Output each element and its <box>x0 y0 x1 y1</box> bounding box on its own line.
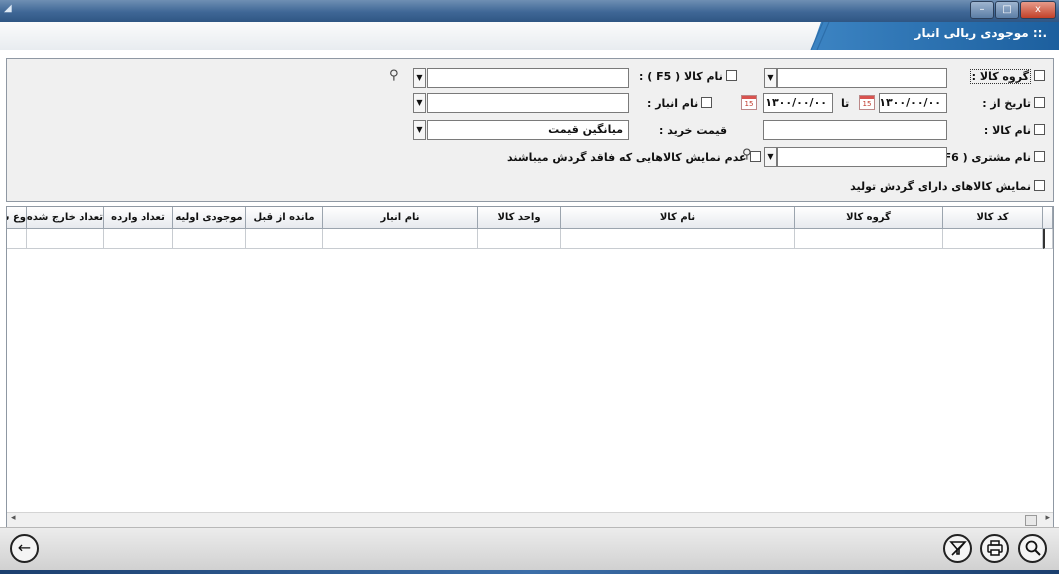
table-cell[interactable] <box>943 229 1043 249</box>
table-cell[interactable] <box>246 229 323 249</box>
back-button[interactable]: ← <box>10 534 39 563</box>
warehouse-name-input[interactable] <box>427 93 629 113</box>
column-header[interactable]: گروه کالا <box>795 207 943 229</box>
column-header[interactable]: موجودی اولیه <box>173 207 246 229</box>
customer-name-checkbox[interactable] <box>1034 151 1045 162</box>
product-name-f5-dropdown[interactable]: ▼ <box>413 68 426 88</box>
scroll-right-arrow-icon[interactable]: ▸ <box>1045 513 1050 523</box>
product-name-checkbox[interactable] <box>1034 124 1045 135</box>
table-cell[interactable] <box>27 229 104 249</box>
table-cell[interactable] <box>478 229 561 249</box>
product-name-filter[interactable]: نام کالا : <box>984 124 1045 137</box>
filter-panel: گروه کالا : ▼ نام کالا ( F5 ) : ▼ ⚲ تاری… <box>6 58 1054 202</box>
column-header[interactable]: کد کالا <box>943 207 1043 229</box>
date-from-label: تاریخ از : <box>982 97 1031 110</box>
show-production-checkbox[interactable] <box>1034 180 1045 191</box>
customer-name-dropdown[interactable]: ▼ <box>764 147 777 167</box>
title-stripes-decoration <box>810 22 830 50</box>
search-icon <box>1025 540 1041 556</box>
column-header[interactable]: مانده از قبل <box>246 207 323 229</box>
search-button[interactable] <box>1018 534 1047 563</box>
maximize-button[interactable]: □ <box>995 1 1019 19</box>
date-from-calendar-icon[interactable]: 15 <box>859 95 875 110</box>
customer-name-input[interactable] <box>777 147 947 167</box>
date-from-checkbox[interactable] <box>1034 97 1045 108</box>
hide-no-turnover-checkbox[interactable] <box>749 151 761 162</box>
table-cell[interactable] <box>561 229 795 249</box>
grid-header-corner <box>1043 207 1053 229</box>
table-cell[interactable] <box>323 229 478 249</box>
purchase-price-dropdown[interactable]: ▼ <box>413 120 426 140</box>
column-header[interactable]: تعداد خارج شده <box>27 207 104 229</box>
date-from-filter[interactable]: تاریخ از : <box>982 97 1045 110</box>
product-group-dropdown[interactable]: ▼ <box>764 68 777 88</box>
scroll-left-arrow-icon[interactable]: ◂ <box>11 513 16 523</box>
date-from-input[interactable]: ۱۳۰۰/۰۰/۰۰ <box>879 93 947 113</box>
clear-filters-button[interactable] <box>943 534 972 563</box>
warehouse-name-checkbox[interactable] <box>701 97 713 108</box>
bottom-toolbar <box>0 527 1059 571</box>
column-header[interactable]: واحد کالا <box>478 207 561 229</box>
product-name-f5-input[interactable] <box>427 68 629 88</box>
printer-icon <box>986 540 1003 556</box>
hide-no-turnover-label: عدم نمایش کالاهایی که فاقد گردش میباشند <box>507 151 747 164</box>
warehouse-name-label: نام انبار : <box>647 97 699 110</box>
column-header[interactable]: نام کالا <box>561 207 795 229</box>
page-title: .:: موجودی ریالی انبار <box>914 26 1047 40</box>
os-taskbar <box>0 570 1059 574</box>
hide-no-turnover-filter[interactable]: عدم نمایش کالاهایی که فاقد گردش میباشند <box>507 151 761 164</box>
table-cell[interactable] <box>795 229 943 249</box>
product-search-icon[interactable]: ⚲ <box>389 68 399 83</box>
column-header[interactable]: وع ش <box>7 207 27 229</box>
product-name-f5-label: نام کالا ( F5 ) : <box>639 70 723 83</box>
purchase-price-label: قیمت خرید : <box>659 124 728 137</box>
purchase-price-select[interactable]: میانگین قیمت <box>427 120 629 140</box>
table-cell[interactable] <box>104 229 173 249</box>
product-name-input[interactable] <box>763 120 947 140</box>
date-to-label: تا <box>841 97 850 110</box>
clear-filter-icon <box>948 541 967 556</box>
date-to-calendar-icon[interactable]: 15 <box>741 95 757 110</box>
back-arrow-icon: ← <box>17 538 32 557</box>
product-name-label: نام کالا : <box>983 124 1031 137</box>
product-group-input[interactable] <box>777 68 947 88</box>
row-selector[interactable] <box>1043 229 1053 249</box>
window-titlebar: ◢ – □ x <box>0 0 1059 22</box>
show-production-label: نمایش کالاهای دارای گردش تولید <box>850 180 1031 193</box>
show-production-filter[interactable]: نمایش کالاهای دارای گردش تولید <box>850 180 1045 193</box>
warehouse-name-filter[interactable]: نام انبار : <box>647 97 713 110</box>
horizontal-scrollbar[interactable]: ◂ ▸ <box>7 512 1053 527</box>
close-button[interactable]: x <box>1020 1 1056 19</box>
date-to-input[interactable]: ۱۳۰۰/۰۰/۰۰ <box>763 93 833 113</box>
scroll-thumb[interactable] <box>1025 515 1037 526</box>
print-button[interactable] <box>980 534 1009 563</box>
table-cell[interactable] <box>7 229 27 249</box>
column-header[interactable]: تعداد وارده <box>104 207 173 229</box>
inventory-grid[interactable]: کد کالا گروه کالا نام کالا واحد کالا نام… <box>6 206 1054 528</box>
product-group-checkbox[interactable] <box>1034 70 1045 81</box>
table-cell[interactable] <box>173 229 246 249</box>
minimize-button[interactable]: – <box>970 1 994 19</box>
warehouse-name-dropdown[interactable]: ▼ <box>413 93 426 113</box>
product-group-filter[interactable]: گروه کالا : <box>969 69 1045 84</box>
product-name-f5-checkbox[interactable] <box>725 70 737 81</box>
app-icon: ◢ <box>4 3 12 14</box>
product-name-f5-filter[interactable]: نام کالا ( F5 ) : <box>639 70 737 83</box>
column-header[interactable]: نام انبار <box>323 207 478 229</box>
product-group-label: گروه کالا : <box>969 69 1031 84</box>
